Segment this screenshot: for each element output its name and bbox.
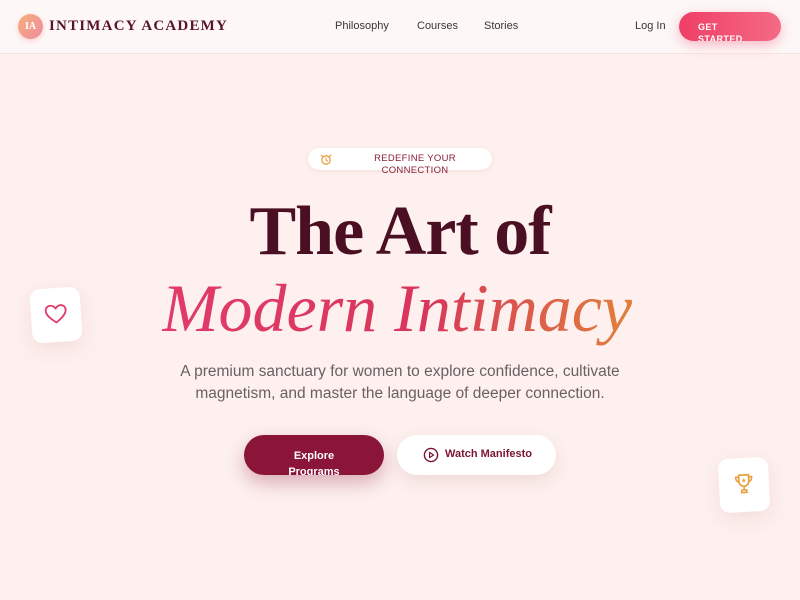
heart-icon <box>44 304 67 324</box>
hero-subtitle: A premium sanctuary for women to explore… <box>180 363 620 402</box>
brand-logo[interactable]: IA <box>18 14 43 39</box>
explore-programs-label: Explore Programs <box>288 450 340 475</box>
badge-text: REDEFINE YOUR CONNECTION <box>374 153 456 176</box>
hero-badge: REDEFINE YOUR CONNECTION <box>308 148 492 176</box>
login-link[interactable]: Log In <box>635 20 666 32</box>
hero-title-line2: Modern Intimacy <box>0 268 800 348</box>
explore-programs-button[interactable]: Explore Programs <box>244 435 384 475</box>
get-started-button[interactable]: GET STARTED <box>679 12 781 41</box>
get-started-label: GET STARTED <box>698 22 743 41</box>
nav-link-philosophy[interactable]: Philosophy <box>335 20 389 32</box>
hero-title-line1: The Art of <box>249 193 551 270</box>
watch-manifesto-button[interactable]: Watch Manifesto <box>397 435 556 475</box>
nav-link-stories[interactable]: Stories <box>484 20 518 32</box>
nav-link-courses[interactable]: Courses <box>417 20 458 32</box>
play-circle-icon <box>423 447 439 463</box>
floating-heart-card <box>29 286 83 344</box>
watch-manifesto-label: Watch Manifesto <box>445 448 532 460</box>
trophy-icon <box>734 473 753 494</box>
hero-title-gradient-text: Modern Intimacy <box>162 270 638 346</box>
brand-name[interactable]: INTIMACY ACADEMY <box>49 18 228 35</box>
floating-trophy-card <box>717 456 771 514</box>
top-navigation: IA INTIMACY ACADEMY Philosophy Courses S… <box>0 0 800 54</box>
sparkle-clock-icon <box>320 154 332 165</box>
